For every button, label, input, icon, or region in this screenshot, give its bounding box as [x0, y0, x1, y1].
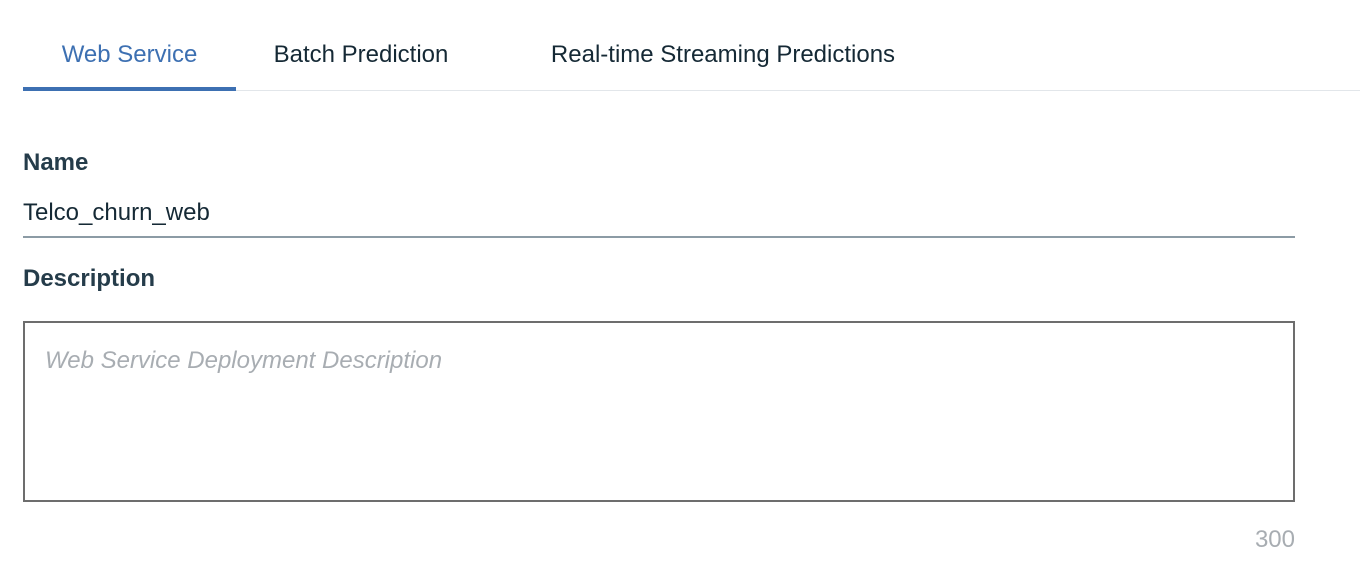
- tab-realtime-streaming-predictions[interactable]: Real-time Streaming Predictions: [523, 0, 923, 90]
- name-input[interactable]: [23, 190, 1295, 238]
- deployment-type-tabs: Web Service Batch Prediction Real-time S…: [23, 0, 1360, 91]
- name-label: Name: [23, 149, 89, 176]
- tab-batch-prediction[interactable]: Batch Prediction: [261, 0, 461, 90]
- character-counter: 300: [1254, 526, 1295, 553]
- description-textarea[interactable]: [23, 321, 1295, 502]
- tab-web-service[interactable]: Web Service: [23, 0, 236, 91]
- description-label: Description: [23, 265, 156, 292]
